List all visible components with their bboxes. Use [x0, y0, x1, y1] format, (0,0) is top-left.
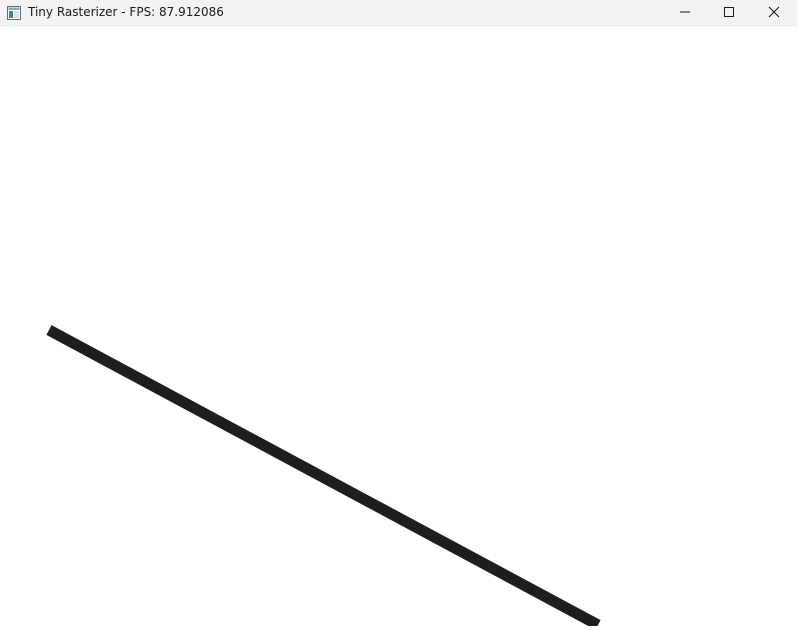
- close-icon: [768, 3, 780, 22]
- window-title: Tiny Rasterizer - FPS: 87.912086: [28, 5, 224, 19]
- close-button[interactable]: [752, 0, 796, 25]
- maximize-icon: [723, 3, 735, 22]
- render-surface: [0, 26, 797, 630]
- minimize-icon: [679, 3, 691, 22]
- render-canvas[interactable]: [0, 26, 797, 630]
- canvas-background: [0, 26, 797, 626]
- app-window: Tiny Rasterizer - FPS: 87.912086: [0, 0, 797, 630]
- minimize-button[interactable]: [663, 0, 707, 25]
- maximize-button[interactable]: [707, 0, 751, 25]
- title-bar[interactable]: Tiny Rasterizer - FPS: 87.912086: [0, 0, 797, 26]
- app-window-icon: [7, 5, 21, 20]
